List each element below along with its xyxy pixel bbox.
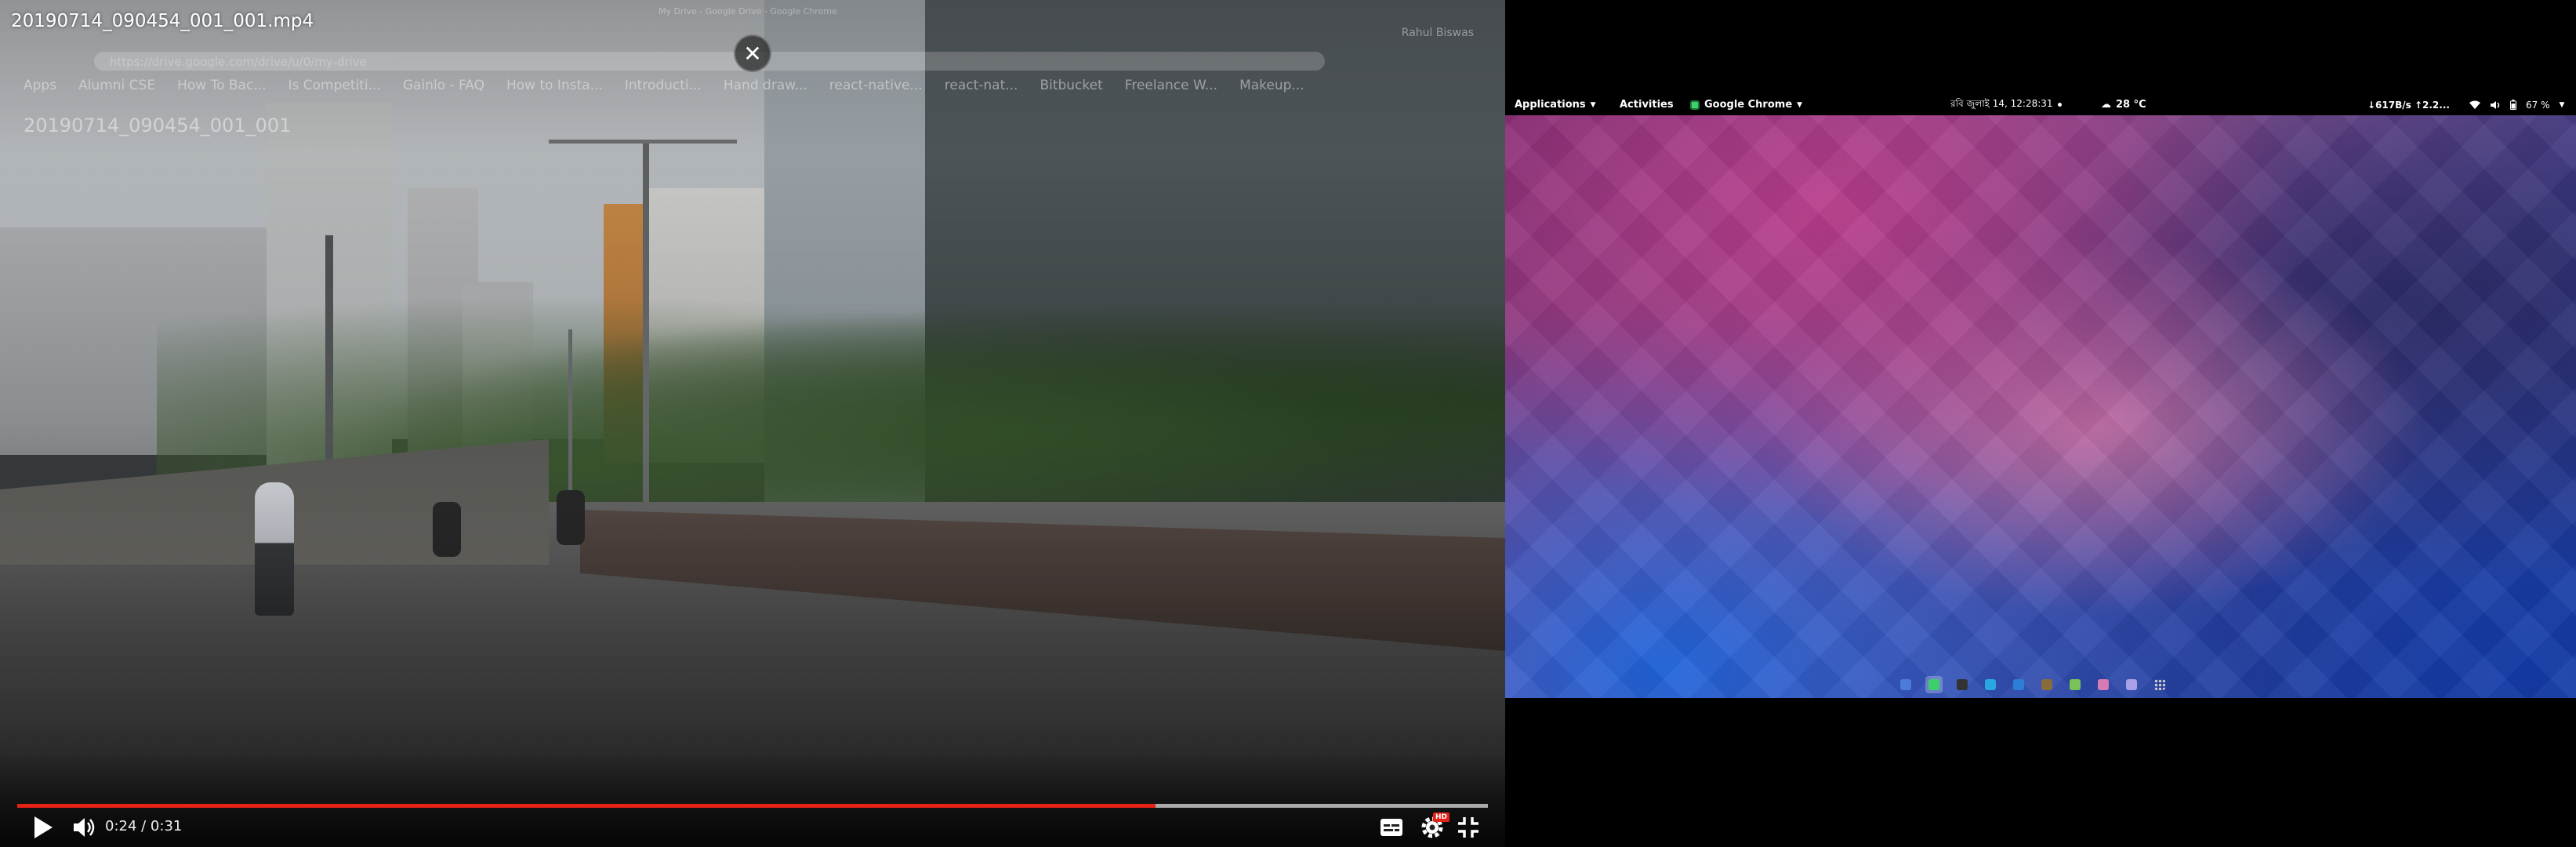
close-icon: ✕: [743, 40, 762, 67]
clock-label: রবি জুলাই 14, 12:28:31: [1950, 97, 2053, 109]
dock-item-chrome[interactable]: [1925, 676, 1943, 693]
app-icon: [2098, 679, 2109, 690]
clock[interactable]: রবি জুলাই 14, 12:28:31: [1950, 94, 2062, 115]
close-button[interactable]: ✕: [734, 35, 771, 72]
video-player[interactable]: My Drive - Google Drive - Google Chrome …: [0, 0, 1505, 847]
text-editor-icon: [2126, 679, 2137, 690]
dock-item-terminal[interactable]: [1954, 676, 1971, 693]
dock-item-android[interactable]: [2066, 676, 2084, 693]
controls-gradient: [0, 753, 1505, 847]
progress-bar[interactable]: [17, 804, 1488, 808]
ghost-bookmark-item: Alumni CSE: [78, 78, 156, 93]
ghost-user-name: Rahul Biswas: [1401, 27, 1474, 39]
exit-fullscreen-icon: [1458, 817, 1478, 838]
dock: [1897, 674, 2168, 695]
volume-icon: [74, 818, 95, 837]
ghost-bookmark-item: Freelance W...: [1124, 78, 1218, 93]
dock-item-archive[interactable]: [2038, 676, 2055, 693]
ghost-file-label: 20190714_090454_001_001: [24, 115, 292, 136]
play-button[interactable]: [31, 814, 55, 841]
active-app-menu[interactable]: Google Chrome ▼: [1690, 94, 1802, 115]
system-menu[interactable]: 67 % ▼: [2469, 94, 2564, 115]
chevron-down-icon: ▼: [2559, 100, 2565, 109]
ghost-address-bar: https://drive.google.com/drive/u/0/my-dr…: [0, 49, 1325, 74]
vscode-icon: [2013, 679, 2024, 690]
activities-label: Activities: [1620, 99, 1674, 111]
ghost-bookmark-item: Is Competiti...: [288, 78, 381, 93]
files-icon: [1900, 679, 1911, 690]
ghost-bookmark-item: react-native...: [829, 78, 923, 93]
weather-indicator[interactable]: ☁ 28 °C: [2101, 94, 2146, 115]
progress-fill: [17, 804, 1156, 808]
play-icon: [34, 816, 53, 838]
chevron-down-icon: ▼: [1797, 100, 1803, 109]
top-panel: Applications ▼ Activities Google Chrome …: [1505, 94, 2576, 115]
chrome-icon: [1928, 679, 1939, 690]
dock-item-app[interactable]: [2095, 676, 2112, 693]
dock-item-app-grid[interactable]: [2151, 676, 2168, 693]
cloud-icon: ☁: [2101, 99, 2111, 111]
ghost-bookmark-item: Apps: [24, 78, 57, 93]
exit-fullscreen-button[interactable]: [1457, 816, 1480, 839]
activities-button[interactable]: Activities: [1620, 94, 1674, 115]
dock-item-vscode[interactable]: [2010, 676, 2027, 693]
volume-button[interactable]: [71, 814, 97, 841]
desktop[interactable]: Applications ▼ Activities Google Chrome …: [1505, 94, 2576, 698]
dock-item-skype[interactable]: [1982, 676, 1999, 693]
ghost-bookmark-item: Gainlo - FAQ: [402, 78, 484, 93]
ghost-bookmark-item: Introducti...: [624, 78, 702, 93]
applications-label: Applications: [1515, 99, 1586, 111]
captions-icon: [1381, 819, 1402, 836]
android-icon: [2070, 679, 2081, 690]
ghost-bookmarks-bar: Apps Alumni CSE How To Bac... Is Competiti.…: [0, 74, 1505, 97]
volume-icon: [2491, 100, 2500, 109]
ghost-bookmark-item: How To Bac...: [177, 78, 267, 93]
ghost-tab-title: My Drive - Google Drive - Google Chrome: [659, 6, 837, 16]
weather-label: 28 °C: [2116, 99, 2146, 111]
app-grid-icon: [2154, 679, 2165, 690]
applications-menu[interactable]: Applications ▼: [1515, 94, 1596, 115]
dock-item-text-editor[interactable]: [2123, 676, 2140, 693]
video-title: 20190714_090454_001_001.mp4: [11, 11, 314, 31]
ghost-browser-titlebar: My Drive - Google Drive - Google Chrome …: [659, 3, 1505, 39]
captions-button[interactable]: [1380, 817, 1403, 838]
battery-label: 67 %: [2526, 99, 2550, 111]
ghost-bookmark-item: Makeup...: [1239, 78, 1304, 93]
hd-badge: HD: [1433, 812, 1450, 822]
netspeed-indicator[interactable]: ↓617B/s ↑2.2...: [2367, 94, 2450, 115]
ghost-bookmark-item: Hand draw...: [723, 78, 807, 93]
notification-dot-icon: [2057, 103, 2062, 107]
archive-icon: [2041, 679, 2052, 690]
skype-icon: [1985, 679, 1996, 690]
ghost-bookmark-item: Bitbucket: [1039, 78, 1103, 93]
ghost-bookmark-item: How to Insta...: [506, 78, 603, 93]
ghost-bookmark-item: react-nat...: [944, 78, 1018, 93]
netspeed-label: ↓617B/s ↑2.2...: [2367, 99, 2450, 111]
battery-icon: [2510, 100, 2516, 110]
chrome-icon: [1690, 100, 1700, 110]
wifi-icon: [2469, 100, 2480, 109]
time-display: 0:24 / 0:31: [105, 818, 183, 834]
chevron-down-icon: ▼: [1590, 100, 1596, 109]
dock-item-files[interactable]: [1897, 676, 1914, 693]
active-app-label: Google Chrome: [1704, 99, 1793, 111]
ghost-url: https://drive.google.com/drive/u/0/my-dr…: [110, 55, 367, 69]
terminal-icon: [1957, 679, 1968, 690]
